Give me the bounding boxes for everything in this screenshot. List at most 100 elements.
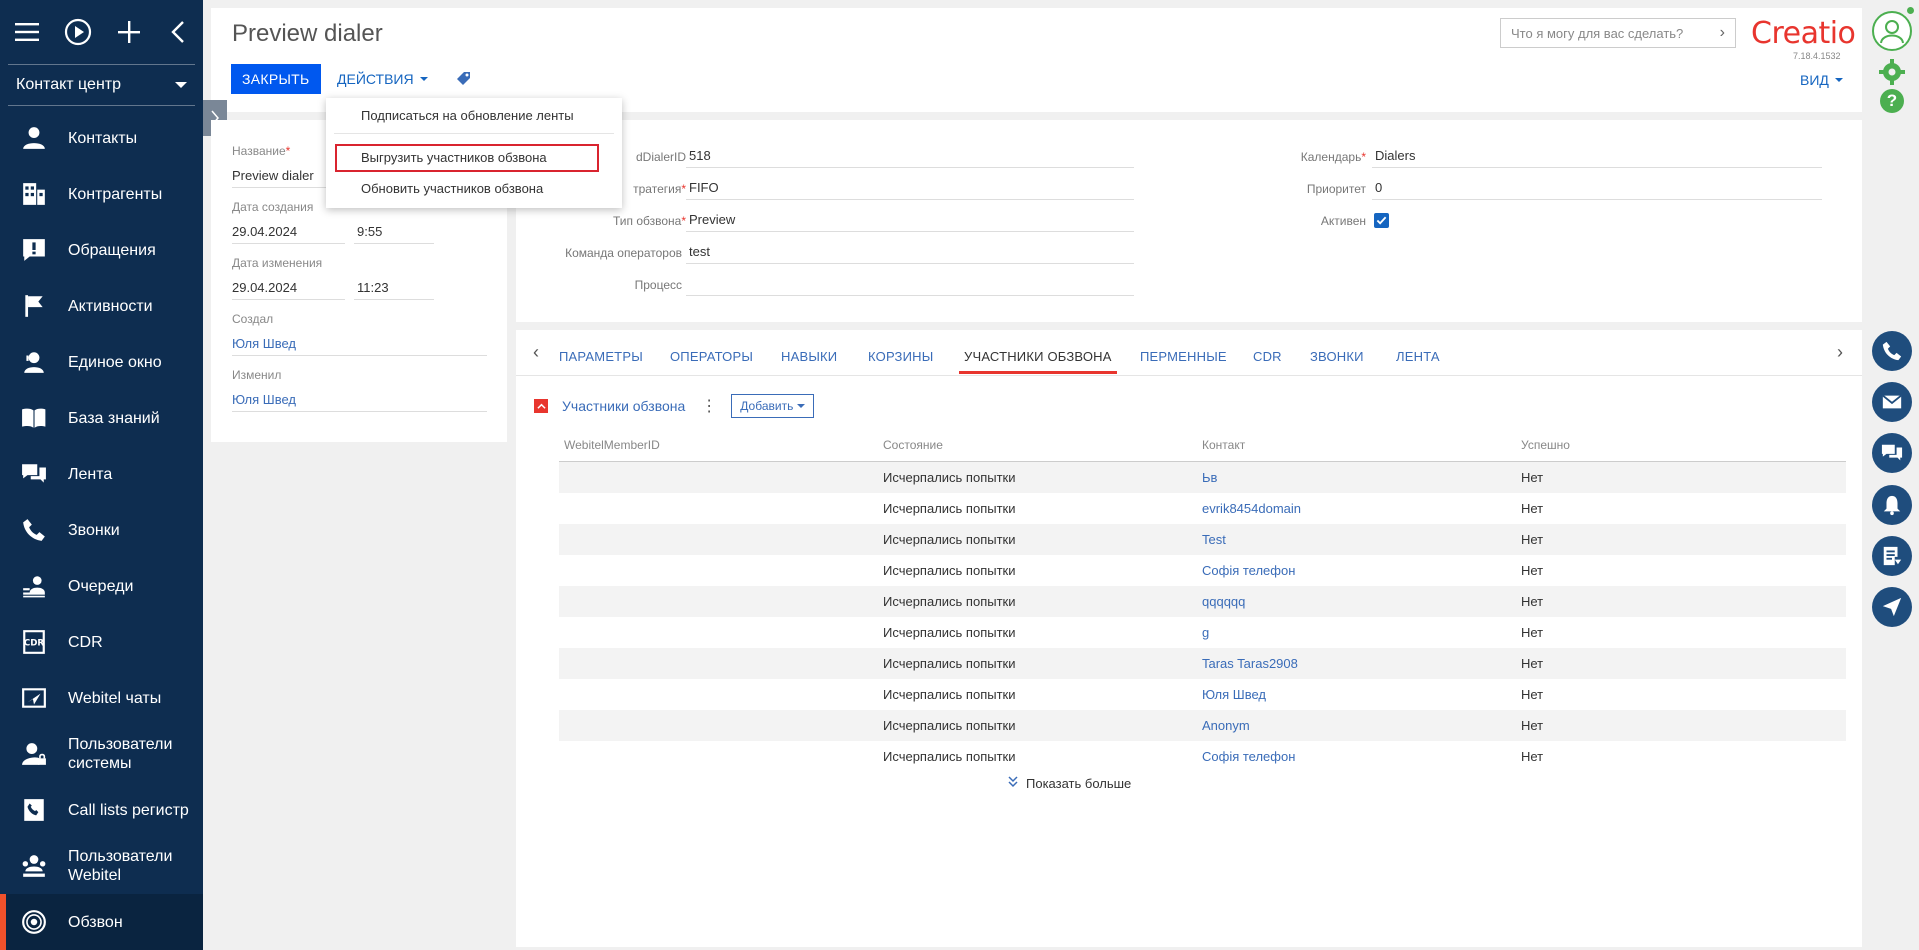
table-row[interactable]: Исчерпались попытки qqqqqq Нет — [559, 586, 1846, 617]
cell-success: Нет — [1521, 532, 1544, 547]
hamburger-menu-icon[interactable] — [14, 18, 40, 46]
cell-contact-link[interactable]: Taras Taras2908 — [1197, 656, 1516, 671]
tab-dialer-members[interactable]: УЧАСТНИКИ ОБЗВОНА — [959, 349, 1117, 374]
sidebar-item-knowledge-base[interactable]: База знаний — [0, 390, 203, 446]
cell-contact-link[interactable]: evrik8454domain — [1197, 501, 1516, 516]
cell-contact-link[interactable]: qqqqqq — [1197, 594, 1516, 609]
tabs-scroll-right-icon[interactable]: › — [1837, 342, 1843, 363]
search-placeholder: Что я могу для вас сделать? — [1511, 25, 1684, 41]
tab-calls[interactable]: ЗВОНКИ — [1310, 349, 1364, 364]
dialer-id-field[interactable]: 518 — [686, 148, 1134, 168]
calendar-label-text: Календарь — [1300, 150, 1362, 164]
calendar-field[interactable]: Dialers — [1372, 148, 1822, 168]
cell-contact-link[interactable]: Test — [1197, 532, 1516, 547]
show-more-button[interactable]: Показать больше — [1008, 776, 1131, 791]
cell-contact-link[interactable]: Софія телефон — [1197, 563, 1516, 578]
tab-buckets[interactable]: КОРЗИНЫ — [868, 349, 933, 364]
created-by-link[interactable]: Юля Швед — [232, 336, 487, 356]
sidebar-item-contacts[interactable]: Контакты — [0, 110, 203, 166]
tab-cdr[interactable]: CDR — [1253, 349, 1282, 364]
cell-contact-link[interactable]: Ьв — [1197, 470, 1516, 485]
tabs-scroll-left-icon[interactable]: ‹ — [533, 342, 539, 363]
column-header-state[interactable]: Состояние — [878, 438, 1197, 461]
kebab-menu-icon[interactable]: ⋮ — [701, 396, 717, 416]
sidebar-item-system-users[interactable]: Пользователи системы — [0, 726, 203, 782]
sidebar-item-calls[interactable]: Звонки — [0, 502, 203, 558]
cell-state: Исчерпались попытки — [883, 718, 1016, 733]
table-row[interactable]: Исчерпались попытки Test Нет — [559, 524, 1846, 555]
sidebar-item-webitel-chats[interactable]: Webitel чаты — [0, 670, 203, 726]
sidebar-item-dialer[interactable]: Обзвон — [0, 894, 203, 950]
collapse-detail-icon[interactable] — [534, 399, 548, 413]
priority-field[interactable]: 0 — [1372, 180, 1822, 200]
column-header-member-id[interactable]: WebitelMemberID — [559, 438, 878, 461]
strategy-field[interactable]: FIFO — [686, 180, 1134, 200]
help-icon[interactable]: ? — [1880, 89, 1904, 113]
tab-feed[interactable]: ЛЕНТА — [1396, 349, 1440, 364]
sidebar-item-cases[interactable]: Обращения — [0, 222, 203, 278]
collapse-sidebar-icon[interactable] — [165, 18, 191, 46]
notifications-panel-button[interactable] — [1872, 485, 1912, 525]
workplace-select[interactable]: Контакт центр — [0, 65, 203, 105]
process-field[interactable] — [686, 276, 1134, 296]
cell-state: Исчерпались попытки — [883, 625, 1016, 640]
table-row[interactable]: Исчерпались попытки Ьв Нет — [559, 462, 1846, 493]
sidebar-item-queues[interactable]: Очереди — [0, 558, 203, 614]
tasks-panel-button[interactable] — [1872, 536, 1912, 576]
chevron-right-icon[interactable]: › — [1720, 24, 1725, 42]
sidebar-item-activities[interactable]: Активности — [0, 278, 203, 334]
sidebar-item-accounts[interactable]: Контрагенты — [0, 166, 203, 222]
user-avatar[interactable] — [1872, 11, 1912, 51]
active-checkbox[interactable] — [1374, 213, 1389, 228]
sidebar-item-call-lists[interactable]: Call lists регистр — [0, 782, 203, 838]
command-search-input[interactable]: Что я могу для вас сделать? › — [1500, 18, 1736, 48]
modified-by-link[interactable]: Юля Швед — [232, 392, 487, 412]
table-row[interactable]: Исчерпались попытки Юля Швед Нет — [559, 679, 1846, 710]
cell-contact-link[interactable]: g — [1197, 625, 1516, 640]
close-button[interactable]: ЗАКРЫТЬ — [231, 64, 321, 94]
table-row[interactable]: Исчерпались попытки evrik8454domain Нет — [559, 493, 1846, 524]
add-icon[interactable] — [116, 18, 142, 46]
table-row[interactable]: Исчерпались попытки g Нет — [559, 617, 1846, 648]
add-button[interactable]: Добавить — [731, 394, 815, 418]
sidebar-nav: Контакты Контрагенты Обращения Активност… — [0, 110, 203, 950]
tab-variables[interactable]: ПЕРМЕННЫЕ — [1140, 349, 1227, 364]
sidebar-item-cdr[interactable]: CDR CDR — [0, 614, 203, 670]
operator-team-field[interactable]: test — [686, 244, 1134, 264]
table-row[interactable]: Исчерпались попытки Софія телефон Нет — [559, 555, 1846, 586]
tab-operators[interactable]: ОПЕРАТОРЫ — [670, 349, 753, 364]
chat-panel-button[interactable] — [1872, 433, 1912, 473]
menu-item-refresh-members[interactable]: Обновить участников обзвона — [361, 181, 543, 196]
menu-item-subscribe-feed[interactable]: Подписаться на обновление ленты — [361, 108, 574, 123]
column-header-success[interactable]: Успешно — [1516, 438, 1846, 461]
gear-icon[interactable] — [1878, 58, 1906, 86]
view-button[interactable]: ВИД — [1800, 72, 1843, 88]
send-panel-button[interactable] — [1872, 587, 1912, 627]
play-process-icon[interactable] — [64, 18, 92, 46]
detail-title[interactable]: Участники обзвона — [562, 398, 685, 414]
column-header-contact[interactable]: Контакт — [1197, 438, 1516, 461]
table-row[interactable]: Исчерпались попытки Taras Taras2908 Нет — [559, 648, 1846, 679]
sidebar-item-feed[interactable]: Лента — [0, 446, 203, 502]
cell-contact-link[interactable]: Юля Швед — [1197, 687, 1516, 702]
cell-contact-link[interactable]: Софія телефон — [1197, 749, 1516, 764]
email-panel-button[interactable] — [1872, 382, 1912, 422]
sidebar-item-single-window[interactable]: Единое окно — [0, 334, 203, 390]
phone-panel-button[interactable] — [1872, 331, 1912, 371]
table-row[interactable]: Исчерпались попытки Anonym Нет — [559, 710, 1846, 741]
detail-header: Участники обзвона ⋮ Добавить — [534, 393, 815, 419]
table-row[interactable]: Исчерпались попытки Софія телефон Нет — [559, 741, 1846, 772]
cell-contact-link[interactable]: Anonym — [1197, 718, 1516, 733]
sidebar-item-webitel-users[interactable]: Пользователи Webitel — [0, 838, 203, 894]
chevron-down-icon — [1834, 78, 1843, 82]
dialer-type-field[interactable]: Preview — [686, 212, 1134, 232]
tag-icon[interactable] — [455, 70, 473, 88]
sidebar: Контакт центр Контакты Контрагенты Обращ… — [0, 0, 203, 950]
tab-skills[interactable]: НАВЫКИ — [781, 349, 837, 364]
sidebar-item-label: Обзвон — [68, 913, 123, 931]
tab-parameters[interactable]: ПАРАМЕТРЫ — [559, 349, 643, 364]
cell-success: Нет — [1521, 625, 1544, 640]
sidebar-item-label: База знаний — [68, 409, 160, 427]
actions-button[interactable]: ДЕЙСТВИЯ — [337, 64, 428, 94]
created-by-label: Создал — [232, 312, 274, 326]
